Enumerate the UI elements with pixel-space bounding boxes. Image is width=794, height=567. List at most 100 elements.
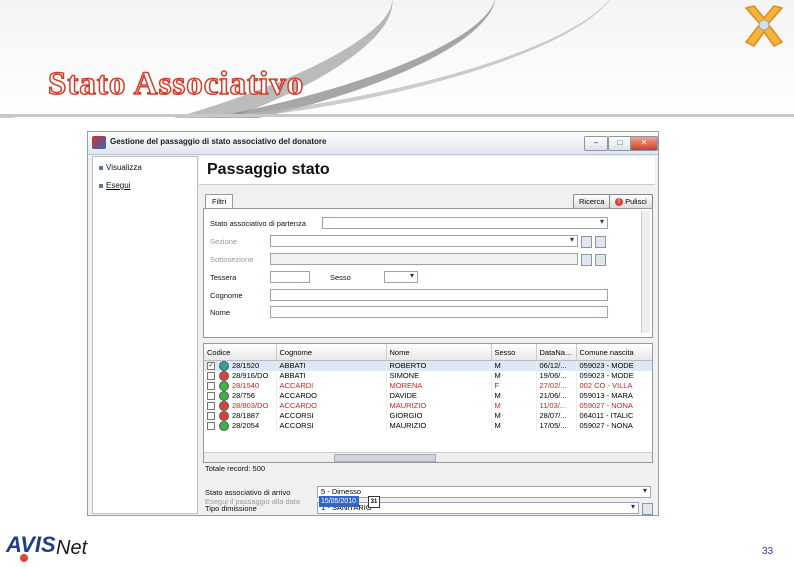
document-icon[interactable]	[595, 254, 606, 266]
column-header[interactable]: Cognome	[276, 344, 387, 361]
cell-codice: 28/803/DO	[204, 401, 277, 412]
page-number: 33	[762, 546, 774, 557]
minimize-button[interactable]: –	[584, 136, 608, 151]
maximize-button[interactable]: □	[608, 136, 632, 151]
column-header[interactable]: Codice	[204, 344, 277, 361]
cell-nome: ROBERTO	[386, 360, 492, 372]
sottosezione-field[interactable]	[270, 253, 578, 265]
cell-comune: 059023 - MODE	[576, 371, 652, 382]
sidebar-item-esegui[interactable]: Esegui	[99, 181, 130, 190]
status-icon	[219, 401, 229, 412]
cell-codice: 28/2054	[204, 421, 277, 432]
status-icon	[219, 361, 229, 372]
column-header[interactable]: Comune nascita	[576, 344, 652, 361]
sottosezione-label: Sottosezione	[210, 255, 254, 264]
cell-codice: 28/756	[204, 391, 277, 402]
sesso-select[interactable]	[384, 271, 418, 283]
close-button[interactable]: ✕	[630, 136, 658, 151]
nome-input[interactable]	[270, 306, 608, 318]
cell-data: 21/06/...	[536, 391, 577, 402]
cell-codice: 28/1540	[204, 381, 277, 392]
row-checkbox[interactable]	[207, 372, 215, 381]
cell-comune: 002 CO - VILLA	[576, 381, 652, 392]
table-row[interactable]: 28/756 ACCARDO DAVIDE M 21/06/... 059013 - MA…	[204, 391, 652, 402]
table-body: ✓ 28/1520 ABBATI ROBERTO M 06/12/... 059023 - …	[204, 360, 652, 432]
scrollbar-thumb[interactable]	[334, 454, 436, 462]
sezione-select[interactable]	[270, 235, 578, 247]
page-title: Passaggio stato	[207, 161, 330, 178]
esegui-date-input[interactable]: 15/05/2010	[319, 496, 359, 507]
app-icon	[92, 136, 106, 149]
status-icon	[219, 391, 229, 402]
esegui-data-label: Esegui il passaggio alla data	[205, 497, 301, 506]
cell-codice: 28/916/DO	[204, 371, 277, 382]
filter-panel: Stato associativo di partenza Sezione So…	[203, 208, 653, 338]
svg-text:AVIS: AVIS	[5, 532, 56, 557]
table-header-row: Codice Cognome Nome Sesso DataNa... Comu…	[204, 344, 652, 361]
calendar-icon[interactable]: 31	[368, 496, 380, 508]
row-checkbox[interactable]	[207, 382, 215, 391]
row-checkbox[interactable]	[207, 412, 215, 421]
column-header[interactable]: Nome	[386, 344, 492, 361]
x-logo-icon	[744, 5, 784, 47]
cell-cognome: ACCARDI	[276, 381, 387, 392]
cell-sesso: M	[491, 391, 537, 402]
status-icon	[219, 371, 229, 382]
cell-nome: SIMONE	[386, 371, 492, 382]
cell-sesso: M	[491, 371, 537, 382]
cell-nome: MORENA	[386, 381, 492, 392]
cell-cognome: ABBATI	[276, 371, 387, 382]
stato-partenza-label: Stato associativo di partenza	[210, 219, 306, 228]
clear-button[interactable]: ! Pulisci	[609, 194, 653, 209]
window-title: Gestione del passaggio di stato associat…	[110, 137, 327, 146]
lookup-icon[interactable]	[581, 254, 592, 266]
table-row[interactable]: 28/803/DO ACCARDO MAURIZIO M 11/03/... 059027…	[204, 401, 652, 412]
sidebar-item-label: Esegui	[106, 181, 131, 190]
sidebar: Visualizza Esegui	[92, 156, 198, 514]
cell-sesso: M	[491, 411, 537, 422]
cell-data: 19/06/...	[536, 371, 577, 382]
row-checkbox[interactable]	[207, 422, 215, 431]
filter-scrollbar[interactable]	[641, 211, 650, 333]
tab-filtri[interactable]: Filtri	[205, 194, 234, 209]
column-header[interactable]: DataNa...	[536, 344, 577, 361]
document-icon[interactable]	[642, 503, 653, 515]
stato-arrivo-label: Stato associativo di arrivo	[205, 488, 291, 497]
document-icon[interactable]	[595, 236, 606, 248]
clear-button-label: Pulisci	[625, 197, 647, 206]
tipo-dimissione-select[interactable]: 1 - SANITARIO	[317, 502, 639, 514]
cell-comune: 059027 - NONA	[576, 421, 652, 432]
main-panel: Passaggio stato Filtri Ricerca ! Pulisci…	[199, 156, 655, 515]
results-table: Codice Cognome Nome Sesso DataNa... Comu…	[204, 344, 652, 432]
cell-cognome: ACCARDO	[276, 401, 387, 412]
column-header[interactable]: Sesso	[491, 344, 537, 361]
cell-cognome: ACCORSI	[276, 411, 387, 422]
bullet-icon	[99, 165, 103, 170]
cognome-input[interactable]	[270, 289, 608, 301]
row-checkbox[interactable]	[207, 392, 215, 401]
cell-data: 06/12/...	[536, 360, 577, 372]
table-row[interactable]: 28/1540 ACCARDI MORENA F 27/02/... 002 CO - V…	[204, 381, 652, 392]
table-row[interactable]: 28/1887 ACCORSI GIORGIO M 28/07/... 064011 - …	[204, 411, 652, 422]
cell-nome: MAURIZIO	[386, 421, 492, 432]
codice-text: 28/2054	[232, 421, 260, 431]
sidebar-item-visualizza[interactable]: Visualizza	[99, 163, 142, 172]
lookup-icon[interactable]	[581, 236, 592, 248]
cell-sesso: M	[491, 360, 537, 372]
cell-comune: 064011 - ITALIC	[576, 411, 652, 422]
search-button[interactable]: Ricerca	[573, 194, 611, 209]
window-titlebar[interactable]: Gestione del passaggio di stato associat…	[88, 132, 658, 155]
row-checkbox[interactable]: ✓	[207, 362, 215, 371]
tessera-input[interactable]	[270, 271, 310, 283]
table-row[interactable]: ✓ 28/1520 ABBATI ROBERTO M 06/12/... 059023 - …	[204, 360, 652, 372]
stato-partenza-select[interactable]	[322, 217, 608, 229]
table-row[interactable]: 28/916/DO ABBATI SIMONE M 19/06/... 059023 - …	[204, 371, 652, 382]
grid-horizontal-scrollbar[interactable]	[204, 452, 652, 462]
sesso-label: Sesso	[330, 273, 351, 282]
cell-sesso: M	[491, 421, 537, 432]
cell-codice: ✓ 28/1520	[204, 360, 277, 372]
banner-divider	[0, 114, 794, 117]
table-row[interactable]: 28/2054 ACCORSI MAURIZIO M 17/05/... 059027 -…	[204, 421, 652, 432]
row-checkbox[interactable]	[207, 402, 215, 411]
cell-data: 11/03/...	[536, 401, 577, 412]
